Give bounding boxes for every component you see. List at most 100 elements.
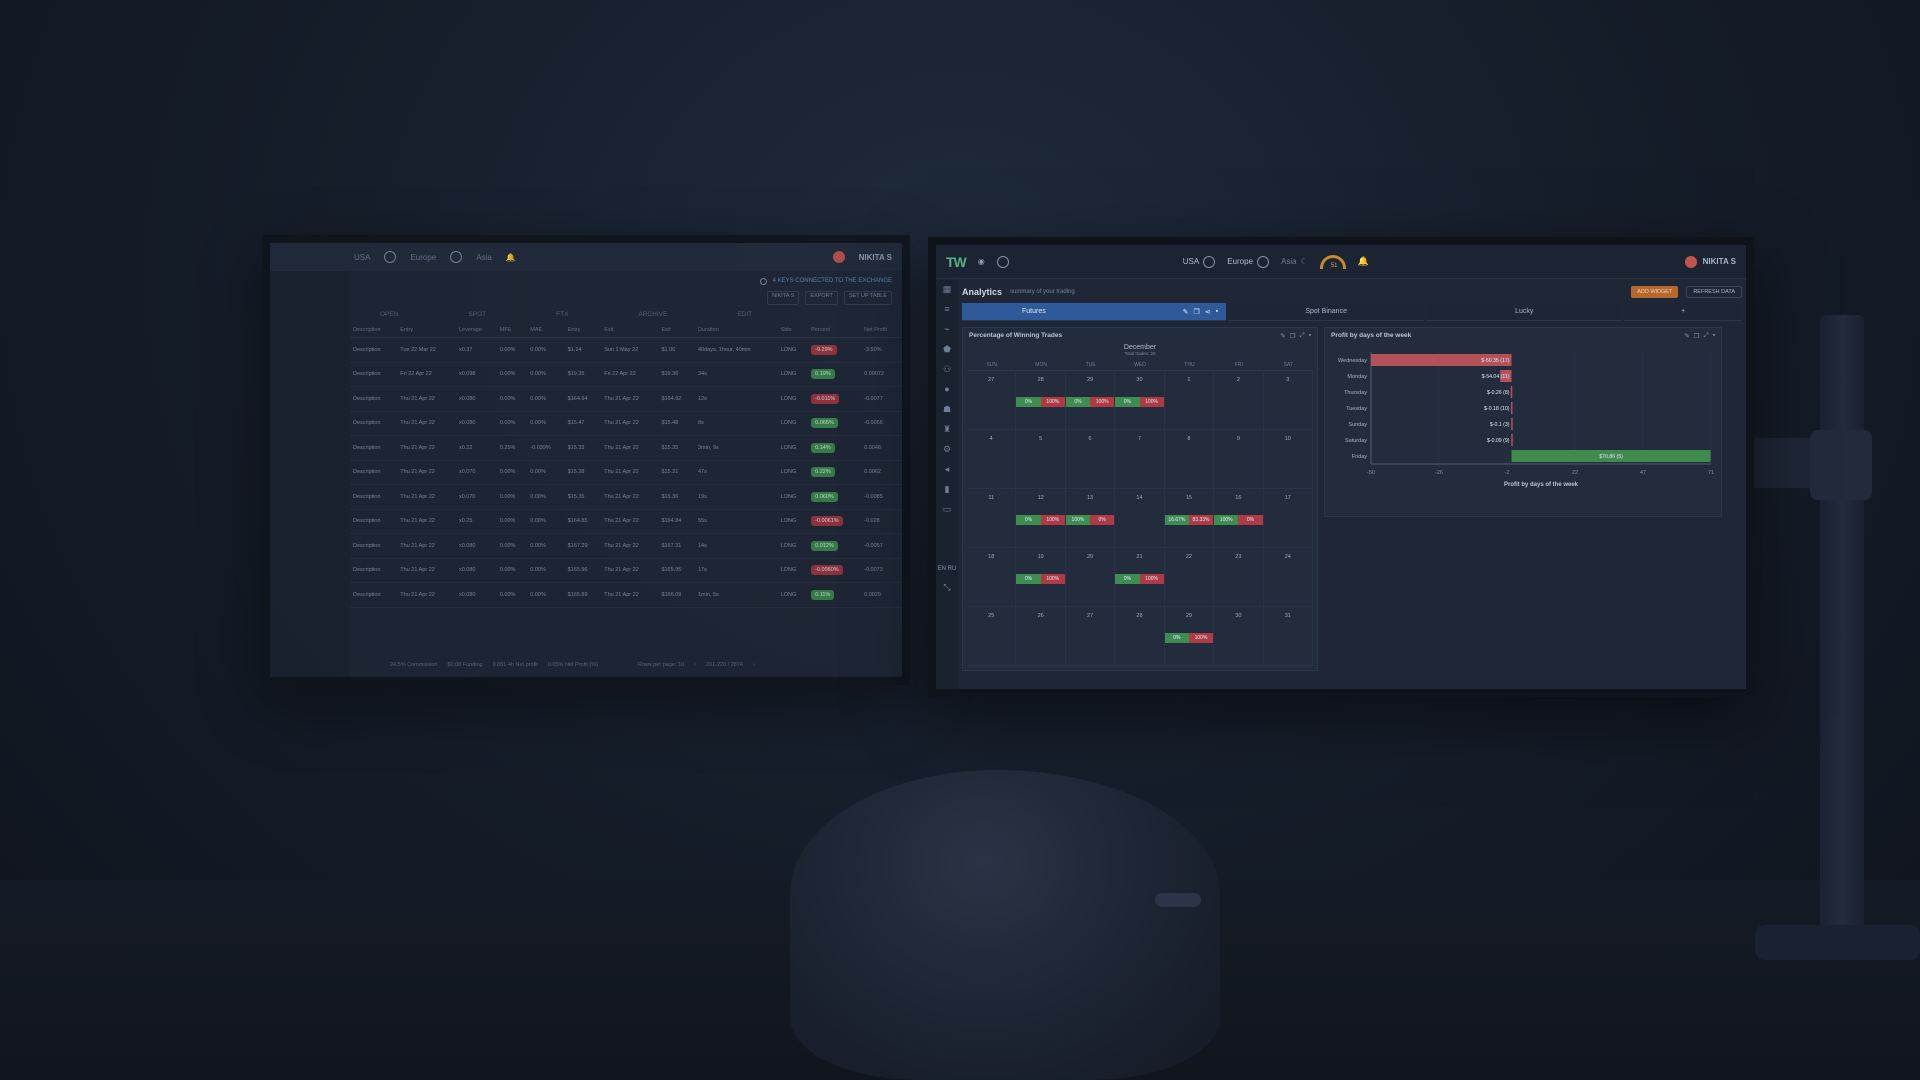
calendar-day-cell[interactable]: 30: [1214, 607, 1264, 666]
export-button[interactable]: EXPORT: [805, 291, 838, 305]
users-icon[interactable]: ⚇: [943, 365, 952, 374]
table-row[interactable]: Description Thu 21 Apr 22 x0.070 0.00% 0.00%…: [350, 484, 902, 510]
table-row[interactable]: Description Thu 21 Apr 22 x0.070 0.00% 0.00%…: [350, 460, 902, 485]
grid-icon[interactable]: ▦: [943, 285, 952, 294]
user-name[interactable]: NIKITA S: [859, 253, 892, 262]
col-header[interactable]: MFE: [496, 323, 528, 338]
megaphone-icon[interactable]: ◂: [943, 465, 952, 474]
tab-archive[interactable]: ARCHIVE: [638, 311, 667, 318]
calendar-day-cell[interactable]: 22: [1164, 548, 1215, 607]
chat-icon[interactable]: ▭: [943, 505, 952, 514]
edit-icon[interactable]: ✎: [1280, 332, 1285, 340]
expand-icon[interactable]: ⤢: [1703, 332, 1708, 340]
calendar-day-cell[interactable]: 25: [967, 607, 1017, 666]
add-tab-button[interactable]: +: [1624, 303, 1742, 321]
calendar-day-cell[interactable]: 14: [1115, 489, 1165, 548]
copy-icon[interactable]: ❐: [1694, 332, 1700, 340]
user-icon[interactable]: ●: [943, 385, 952, 394]
avatar[interactable]: [832, 251, 845, 263]
calendar-day-cell[interactable]: 18: [967, 548, 1017, 607]
bar[interactable]: [1511, 434, 1513, 446]
next-page-icon[interactable]: ›: [753, 662, 755, 668]
bar[interactable]: [1510, 402, 1513, 414]
chart-icon[interactable]: ⌁: [943, 325, 952, 334]
expand-icon[interactable]: ⤢: [1299, 332, 1304, 340]
settings-icon[interactable]: [996, 255, 1009, 268]
calendar-day-cell[interactable]: 29 0% 100%: [1065, 371, 1116, 430]
region-europe[interactable]: Europe: [1227, 255, 1269, 268]
calendar-day-cell[interactable]: 13 100% 0%: [1065, 489, 1116, 548]
edit-button[interactable]: EDIT: [737, 311, 752, 318]
col-header[interactable]: Exit: [601, 323, 659, 338]
trash-icon[interactable]: ▪: [1713, 332, 1715, 340]
region-usa[interactable]: USA: [1183, 255, 1216, 268]
calendar-day-cell[interactable]: 24: [1263, 548, 1313, 607]
calendar-day-cell[interactable]: 28: [1115, 607, 1165, 666]
table-row[interactable]: Description Thu 21 Apr 22 x0.080 0.00% 0.00%…: [350, 582, 902, 608]
calendar-day-cell[interactable]: 16 100% 0%: [1214, 489, 1264, 548]
tab-spot[interactable]: SPOT: [468, 311, 486, 318]
calendar-day-cell[interactable]: 28 0% 100%: [1016, 371, 1066, 430]
calendar-day-cell[interactable]: 7: [1115, 430, 1165, 489]
robot-icon[interactable]: ☗: [943, 405, 952, 414]
refresh-data-button[interactable]: REFRESH DATA: [1686, 286, 1742, 298]
copy-icon[interactable]: ❐: [1193, 308, 1199, 316]
col-header[interactable]: Side: [777, 323, 809, 338]
calendar-day-cell[interactable]: 29 0% 100%: [1164, 607, 1215, 666]
calendar-day-cell[interactable]: 31: [1263, 607, 1313, 666]
calendar-day-cell[interactable]: 20: [1065, 548, 1116, 607]
region-asia[interactable]: Asia ☾: [1281, 257, 1308, 266]
calendar-day-cell[interactable]: 4: [967, 430, 1017, 489]
table-row[interactable]: Description Tue 22 Mar 22 x0.37 0.00% 0.00% $…: [350, 337, 902, 363]
calendar-day-cell[interactable]: 26: [1016, 607, 1066, 666]
gear-icon[interactable]: ⚙: [943, 445, 952, 454]
table-row[interactable]: Description Thu 21 Apr 22 x0.080 0.00% 0.00%…: [350, 411, 902, 436]
bar[interactable]: [1511, 418, 1513, 430]
col-header[interactable]: Entry: [397, 323, 456, 338]
col-header[interactable]: Duration: [694, 323, 778, 338]
bar[interactable]: [1510, 386, 1513, 398]
collapse-icon[interactable]: ⤡: [943, 583, 952, 592]
col-header[interactable]: MAE: [527, 323, 565, 338]
calendar-day-cell[interactable]: 12 0% 100%: [1016, 489, 1066, 548]
col-header[interactable]: Leverage: [455, 323, 497, 338]
trash-icon[interactable]: ▪: [1216, 308, 1218, 316]
app-logo[interactable]: TW: [946, 254, 967, 270]
calendar-day-cell[interactable]: 5: [1016, 430, 1066, 489]
calendar-day-cell[interactable]: 27: [1065, 607, 1116, 666]
list-icon[interactable]: ≡: [943, 305, 952, 314]
col-header[interactable]: Description: [350, 323, 398, 338]
eye-icon[interactable]: ◉: [978, 257, 985, 266]
bell-icon[interactable]: 🔔: [506, 253, 516, 262]
tab-lucky[interactable]: Lucky: [1426, 303, 1623, 321]
calendar-day-cell[interactable]: 1: [1164, 371, 1215, 430]
shield-icon[interactable]: ⬟: [943, 345, 952, 354]
region-usa[interactable]: USA: [354, 253, 370, 262]
table-row[interactable]: Description Thu 21 Apr 22 x0.080 0.00% 0.00%…: [350, 533, 902, 559]
calendar-day-cell[interactable]: 9: [1214, 430, 1264, 489]
edit-icon[interactable]: ✎: [1183, 308, 1189, 316]
calendar-day-cell[interactable]: 30 0% 100%: [1115, 371, 1165, 430]
tab-open[interactable]: OPEN: [380, 311, 398, 318]
calendar-day-cell[interactable]: 8: [1164, 430, 1215, 489]
bell-icon[interactable]: 🔔: [1358, 256, 1369, 267]
calendar-day-cell[interactable]: 3: [1263, 371, 1313, 430]
edit-icon[interactable]: ✎: [1684, 332, 1689, 340]
col-header[interactable]: Net Profit: [861, 323, 902, 338]
table-row[interactable]: Description Thu 21 Apr 22 x0.22 0.25% -0.039…: [350, 435, 902, 461]
region-asia[interactable]: Asia: [476, 253, 492, 262]
calendar-day-cell[interactable]: 15 16.67% 83.33%: [1164, 489, 1215, 548]
rows-per-page-select[interactable]: Rows per page: 10: [638, 662, 684, 668]
region-europe[interactable]: Europe: [410, 253, 436, 262]
share-icon[interactable]: ⋖: [1205, 308, 1211, 316]
table-row[interactable]: Description Thu 21 Apr 22 x0.080 0.00% 0.00%…: [350, 386, 902, 412]
calendar-day-cell[interactable]: 21 0% 100%: [1115, 548, 1165, 607]
tab-spot-binance[interactable]: Spot Binance: [1228, 303, 1425, 321]
table-row[interactable]: Description Thu 21 Apr 22 x0.25 0.00% 0.00% $…: [350, 509, 902, 534]
col-header[interactable]: Entry: [564, 323, 602, 338]
calendar-day-cell[interactable]: 6: [1065, 430, 1116, 489]
setup-table-button[interactable]: SET UP TABLE: [843, 291, 892, 305]
calendar-day-cell[interactable]: 10: [1263, 430, 1313, 489]
col-header[interactable]: Percent: [808, 323, 862, 338]
tab-futures[interactable]: Futures ✎ ❐ ⋖ ▪: [962, 303, 1227, 321]
